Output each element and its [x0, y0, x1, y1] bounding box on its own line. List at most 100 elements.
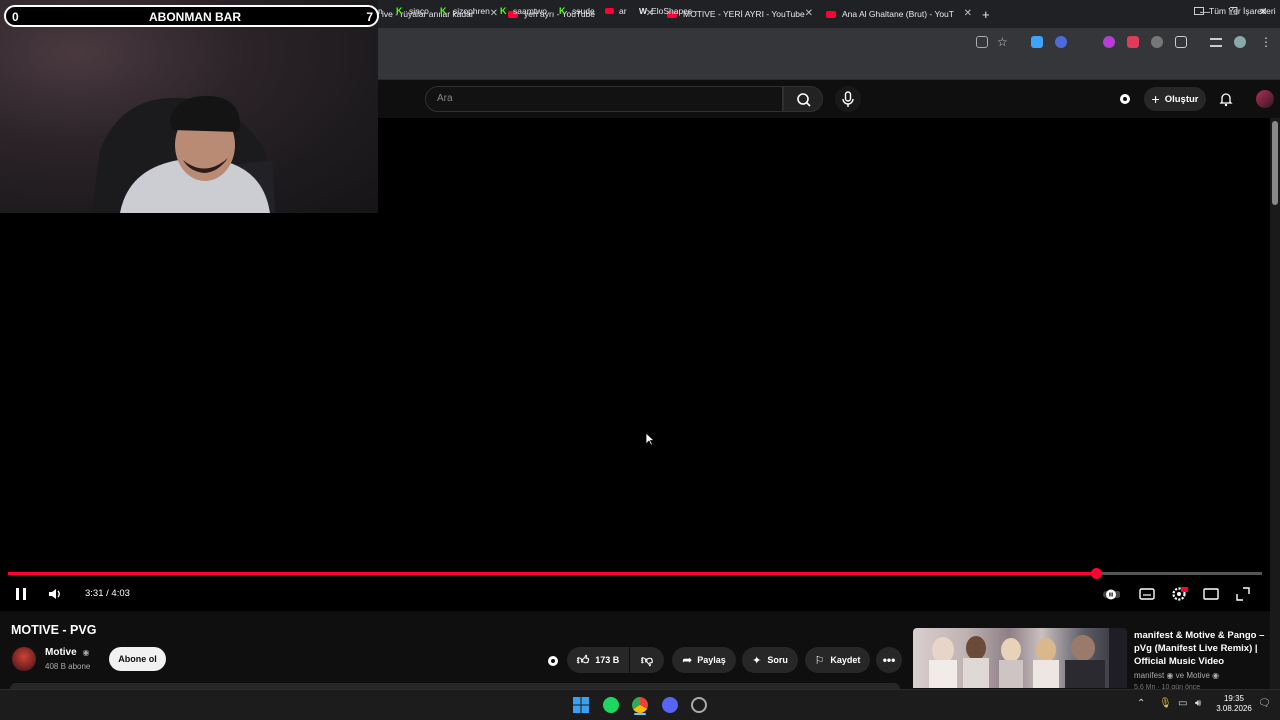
recommended-thumbnail[interactable]: [913, 628, 1127, 688]
microphone-tray-icon[interactable]: 🎙︎: [1159, 698, 1172, 709]
bookmark-item[interactable]: Ksizophren: [440, 6, 490, 16]
spotify-icon[interactable]: [603, 697, 619, 713]
theater-mode-button[interactable]: [1202, 585, 1220, 603]
goal-current: 0: [12, 10, 19, 24]
video-title: MOTIVE - PVG: [11, 623, 97, 637]
recommended-title[interactable]: manifest & Motive & Pango – pVg (Manifes…: [1134, 629, 1270, 668]
kick-icon: K: [440, 5, 447, 16]
bookmark-item[interactable]: Ksaamtwo: [500, 6, 547, 16]
save-button[interactable]: ⚐ Kaydet: [805, 647, 870, 673]
more-horizontal-icon: •••: [882, 653, 896, 667]
bookmark-item[interactable]: Ksinco: [396, 6, 429, 16]
share-button[interactable]: ➦ Paylaş: [672, 647, 736, 673]
account-avatar[interactable]: [1256, 90, 1274, 108]
extensions-puzzle-icon[interactable]: [1175, 36, 1187, 48]
kick-icon: K: [500, 5, 507, 16]
kick-icon: K: [559, 5, 566, 16]
verified-icon: ◉: [1212, 671, 1220, 680]
voice-search-button[interactable]: [835, 86, 861, 112]
close-tab-icon[interactable]: ✕: [805, 8, 813, 19]
tab-title: MOTIVE - YERİ AYRI - YouTube: [683, 9, 805, 19]
tray-overflow-icon[interactable]: ⌃: [1137, 698, 1145, 709]
autoplay-toggle-icon: [1103, 589, 1121, 600]
sparkle-icon: ✦: [752, 654, 762, 667]
subscribe-button[interactable]: Abone ol: [109, 647, 166, 671]
reading-list-icon[interactable]: [1210, 38, 1222, 47]
bookmark-item[interactable]: ar: [605, 6, 627, 16]
address-bar-row[interactable]: [378, 28, 1280, 56]
kick-icon: K: [396, 5, 403, 16]
bookmark-item[interactable]: Kssude: [559, 6, 595, 16]
eloshapes-icon: W: [639, 6, 648, 16]
like-button[interactable]: 👍︎ 173 B: [567, 647, 629, 673]
streamer-webcam-image: [92, 95, 275, 213]
active-app-indicator: [634, 713, 646, 715]
more-actions-button[interactable]: •••: [876, 647, 902, 673]
youtube-favicon-icon: [605, 8, 614, 14]
discord-icon[interactable]: [662, 697, 678, 713]
bookmarks-bar: [378, 56, 1280, 80]
taskbar-clock[interactable]: 19:35 3.08.2026: [1214, 694, 1254, 714]
bookmark-star-icon[interactable]: ☆: [997, 36, 1009, 48]
premium-gear-icon[interactable]: [545, 653, 561, 669]
premium-gear-icon[interactable]: [1117, 91, 1133, 107]
channel-name[interactable]: Motive ◉: [45, 647, 89, 658]
share-arrow-icon: ➦: [682, 653, 693, 667]
search-input[interactable]: Ara: [425, 86, 783, 112]
close-tab-icon[interactable]: ✕: [490, 8, 498, 19]
pause-icon: [16, 588, 26, 600]
like-count: 173 B: [595, 655, 620, 665]
theater-mode-icon: [1203, 588, 1219, 600]
folder-icon: [1194, 7, 1204, 15]
subtitles-button[interactable]: [1138, 585, 1156, 603]
youtube-favicon-icon: [826, 10, 836, 18]
extension-icon[interactable]: [1151, 36, 1163, 48]
chrome-icon[interactable]: [632, 697, 648, 713]
search-button[interactable]: [783, 86, 823, 112]
recommended-channel[interactable]: manifest ◉ ve Motive ◉: [1134, 671, 1219, 680]
thumbs-up-icon: 👍︎: [576, 652, 590, 667]
profile-avatar-icon[interactable]: [1234, 36, 1246, 48]
fullscreen-button[interactable]: [1234, 585, 1252, 603]
ask-button[interactable]: ✦ Soru: [742, 647, 798, 673]
pause-button[interactable]: [12, 585, 30, 603]
bookmark-icon: ⚐: [814, 654, 825, 667]
autoplay-toggle[interactable]: [1102, 585, 1121, 603]
mouse-cursor-icon: [645, 432, 655, 446]
windows-start-icon[interactable]: [573, 697, 589, 713]
webcam-overlay: [0, 0, 378, 213]
channel-avatar[interactable]: [12, 647, 36, 671]
fullscreen-icon: [1236, 587, 1250, 601]
progress-scrubber[interactable]: [1091, 568, 1102, 579]
menu-kebab-icon[interactable]: ⋮: [1260, 36, 1272, 48]
volume-button[interactable]: [46, 585, 64, 603]
video-player-top[interactable]: [378, 118, 1270, 213]
gear-icon: [1172, 587, 1189, 601]
scrollbar-thumb[interactable]: [1272, 121, 1278, 205]
speaker-icon[interactable]: 🔊︎: [1195, 698, 1201, 709]
new-tab-button[interactable]: +: [982, 0, 996, 28]
all-bookmarks-folder[interactable]: Tüm Yer İşaretleri: [1194, 6, 1276, 16]
extension-icon[interactable]: [1055, 36, 1067, 48]
extension-icon[interactable]: [1127, 36, 1139, 48]
app-icon[interactable]: [691, 697, 707, 713]
notifications-bell-icon[interactable]: [1218, 91, 1234, 107]
close-tab-icon[interactable]: ✕: [964, 8, 972, 19]
subtitles-icon: [1139, 588, 1155, 600]
microphone-icon: [842, 91, 854, 107]
goal-target: 7: [366, 10, 373, 24]
goal-title: ABONMAN BAR: [149, 10, 241, 24]
extension-icon[interactable]: [1031, 36, 1043, 48]
notification-center-icon[interactable]: 🗨︎: [1258, 698, 1271, 709]
browser-tab[interactable]: Ana Al Ghaltane (Brut) - YouTube ✕: [826, 0, 972, 28]
create-button[interactable]: + Oluştur: [1144, 87, 1206, 111]
extension-icon[interactable]: [1103, 36, 1115, 48]
thumbs-down-icon: 👎︎: [640, 652, 654, 667]
progress-fill: [8, 572, 1096, 575]
network-icon[interactable]: ▭: [1178, 698, 1187, 709]
settings-button[interactable]: [1170, 585, 1189, 603]
dislike-button[interactable]: 👎︎: [630, 647, 664, 673]
bookmark-item[interactable]: W EloShapes -: [639, 6, 697, 16]
cast-icon[interactable]: [976, 36, 988, 48]
video-player[interactable]: [0, 213, 1270, 611]
